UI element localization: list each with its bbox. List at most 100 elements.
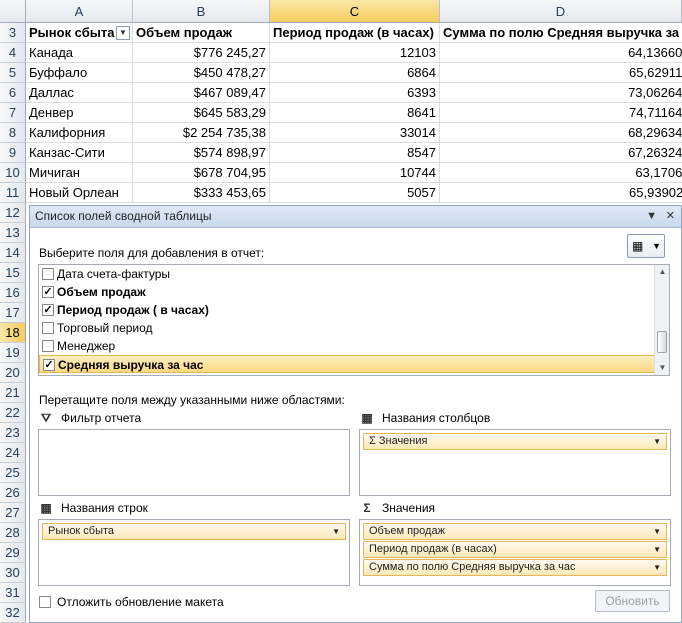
table-cell[interactable]: $776 245,27 xyxy=(133,43,270,63)
chevron-down-icon[interactable]: ▼ xyxy=(653,434,661,449)
table-cell[interactable]: $678 704,95 xyxy=(133,163,270,183)
table-cell[interactable]: 12103 xyxy=(270,43,440,63)
checkbox[interactable] xyxy=(42,340,54,352)
column-labels-area[interactable]: Σ Значения ▼ xyxy=(359,429,671,496)
row-header[interactable]: 11 xyxy=(0,183,26,203)
header-cell-period[interactable]: Период продаж (в часах) xyxy=(270,23,440,43)
pane-menu-icon[interactable]: ▼ xyxy=(646,206,657,227)
update-button[interactable]: Обновить xyxy=(595,590,670,612)
field-item[interactable]: ✓ Период продаж ( в часах) xyxy=(39,301,655,319)
table-cell[interactable]: 68,29634034 xyxy=(440,123,682,143)
checkbox[interactable] xyxy=(39,596,51,608)
scroll-down-icon[interactable]: ▼ xyxy=(655,361,669,375)
table-cell[interactable]: 65,62911859 xyxy=(440,63,682,83)
table-cell[interactable]: 33014 xyxy=(270,123,440,143)
header-cell-sum[interactable]: Сумма по полю Средняя выручка за час xyxy=(440,23,682,43)
chevron-down-icon[interactable]: ▼ xyxy=(653,542,661,557)
column-header-c[interactable]: C xyxy=(270,0,440,23)
table-cell[interactable]: $467 089,47 xyxy=(133,83,270,103)
row-header[interactable]: 17 xyxy=(0,303,26,323)
field-item[interactable]: ✓ Средняя выручка за час xyxy=(39,355,655,373)
close-icon[interactable]: ✕ xyxy=(666,206,675,227)
row-header[interactable]: 32 xyxy=(0,603,26,623)
column-header-d[interactable]: D xyxy=(440,0,682,23)
table-cell[interactable]: Мичиган xyxy=(26,163,133,183)
header-cell-market[interactable]: Рынок сбыта ▼ xyxy=(26,23,133,43)
row-header[interactable]: 16 xyxy=(0,283,26,303)
table-cell[interactable]: 5057 xyxy=(270,183,440,203)
table-cell[interactable]: Калифорния xyxy=(26,123,133,143)
chevron-down-icon[interactable]: ▼ xyxy=(332,524,340,539)
row-header[interactable]: 6 xyxy=(0,83,26,103)
row-header[interactable]: 29 xyxy=(0,543,26,563)
row-header[interactable]: 28 xyxy=(0,523,26,543)
table-cell[interactable]: 73,06264195 xyxy=(440,83,682,103)
row-header[interactable]: 7 xyxy=(0,103,26,123)
row-header[interactable]: 22 xyxy=(0,403,26,423)
checkbox[interactable]: ✓ xyxy=(43,359,55,371)
table-cell[interactable]: Даллас xyxy=(26,83,133,103)
checkbox[interactable]: ✓ xyxy=(42,286,54,298)
defer-update-checkbox[interactable]: Отложить обновление макета xyxy=(39,595,224,609)
scroll-thumb[interactable] xyxy=(657,331,667,353)
row-header[interactable]: 4 xyxy=(0,43,26,63)
table-cell[interactable]: 6864 xyxy=(270,63,440,83)
table-cell[interactable]: 64,13660002 xyxy=(440,43,682,63)
table-cell[interactable]: Денвер xyxy=(26,103,133,123)
values-field-chip[interactable]: Объем продаж ▼ xyxy=(363,523,667,540)
market-chip[interactable]: Рынок сбыта ▼ xyxy=(42,523,346,540)
table-cell[interactable]: 10744 xyxy=(270,163,440,183)
table-cell[interactable]: Канада xyxy=(26,43,133,63)
table-cell[interactable]: $2 254 735,38 xyxy=(133,123,270,143)
values-field-chip[interactable]: Сумма по полю Средняя выручка за час ▼ xyxy=(363,559,667,576)
row-header[interactable]: 10 xyxy=(0,163,26,183)
row-header[interactable]: 23 xyxy=(0,423,26,443)
table-cell[interactable]: 67,26324675 xyxy=(440,143,682,163)
row-header[interactable]: 30 xyxy=(0,563,26,583)
filter-dropdown-icon[interactable]: ▼ xyxy=(116,26,130,40)
row-header[interactable]: 25 xyxy=(0,463,26,483)
table-cell[interactable]: $574 898,97 xyxy=(133,143,270,163)
row-header[interactable]: 31 xyxy=(0,583,26,603)
checkbox[interactable] xyxy=(42,268,54,280)
scroll-up-icon[interactable]: ▲ xyxy=(655,265,669,279)
row-header[interactable]: 15 xyxy=(0,263,26,283)
select-all-corner[interactable] xyxy=(0,0,26,23)
row-header[interactable]: 3 xyxy=(0,23,26,43)
table-cell[interactable]: 63,1706022 xyxy=(440,163,682,183)
row-labels-area[interactable]: Рынок сбыта ▼ xyxy=(38,519,350,586)
field-item[interactable]: Торговый период xyxy=(39,319,655,337)
field-list-scrollbar[interactable]: ▲ ▼ xyxy=(654,265,669,375)
table-cell[interactable]: 8641 xyxy=(270,103,440,123)
header-cell-sales[interactable]: Объем продаж xyxy=(133,23,270,43)
table-cell[interactable]: $450 478,27 xyxy=(133,63,270,83)
row-header[interactable]: 20 xyxy=(0,363,26,383)
column-header-a[interactable]: A xyxy=(26,0,133,23)
table-cell[interactable]: 6393 xyxy=(270,83,440,103)
values-field-chip[interactable]: Период продаж (в часах) ▼ xyxy=(363,541,667,558)
column-header-b[interactable]: B xyxy=(133,0,270,23)
row-header[interactable]: 9 xyxy=(0,143,26,163)
table-cell[interactable]: 74,71164101 xyxy=(440,103,682,123)
row-header[interactable]: 27 xyxy=(0,503,26,523)
table-cell[interactable]: 8547 xyxy=(270,143,440,163)
checkbox[interactable]: ✓ xyxy=(42,304,54,316)
table-cell[interactable]: $333 453,65 xyxy=(133,183,270,203)
row-header[interactable]: 21 xyxy=(0,383,26,403)
row-header[interactable]: 8 xyxy=(0,123,26,143)
table-cell[interactable]: $645 583,29 xyxy=(133,103,270,123)
report-filter-area[interactable] xyxy=(38,429,350,496)
row-header[interactable]: 19 xyxy=(0,343,26,363)
table-cell[interactable]: Буффало xyxy=(26,63,133,83)
values-area[interactable]: Объем продаж ▼ Период продаж (в часах) ▼ Сум… xyxy=(359,519,671,586)
row-header[interactable]: 14 xyxy=(0,243,26,263)
row-header[interactable]: 18 xyxy=(0,323,26,343)
values-chip[interactable]: Σ Значения ▼ xyxy=(363,433,667,450)
field-item[interactable]: Дата счета-фактуры xyxy=(39,265,655,283)
table-cell[interactable]: Новый Орлеан xyxy=(26,183,133,203)
field-item[interactable]: ✓ Объем продаж xyxy=(39,283,655,301)
table-cell[interactable]: Канзас-Сити xyxy=(26,143,133,163)
row-header[interactable]: 5 xyxy=(0,63,26,83)
field-item[interactable]: Менеджер xyxy=(39,337,655,355)
table-cell[interactable]: 65,93902511 xyxy=(440,183,682,203)
